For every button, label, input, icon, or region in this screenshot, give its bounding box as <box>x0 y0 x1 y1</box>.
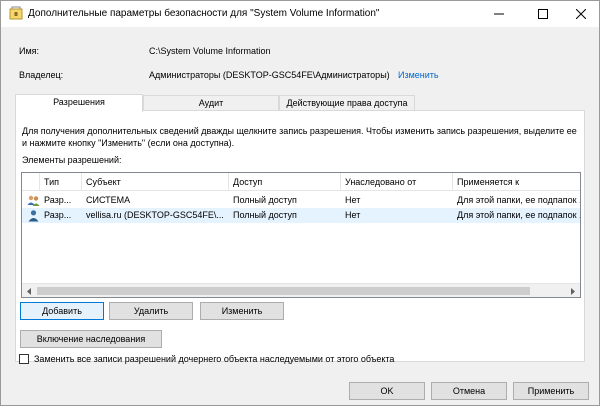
title-bar: Дополнительные параметры безопасности дл… <box>1 1 599 27</box>
ok-button[interactable]: OK <box>349 382 425 400</box>
owner-value: Администраторы (DESKTOP-GSC54FE\Админист… <box>149 70 390 80</box>
table-row[interactable]: Разр... СИСТЕМА Полный доступ Нет Для эт… <box>22 193 580 208</box>
row-applies: Для этой папки, ее подпапок ... <box>457 210 580 220</box>
close-icon <box>576 9 586 19</box>
maximize-button[interactable] <box>523 1 563 27</box>
tab-effective-access[interactable]: Действующие права доступа <box>279 95 415 111</box>
replace-permissions-label: Заменить все записи разрешений дочернего… <box>34 354 395 364</box>
edit-button[interactable]: Изменить <box>200 302 284 320</box>
close-button[interactable] <box>561 1 600 27</box>
column-type[interactable]: Тип <box>40 173 82 191</box>
shield-icon <box>9 6 23 21</box>
row-access: Полный доступ <box>233 195 297 205</box>
row-type: Разр... <box>44 210 72 220</box>
name-label: Имя: <box>19 46 40 56</box>
security-dialog-window: Дополнительные параметры безопасности дл… <box>0 0 600 406</box>
column-icon <box>22 173 40 191</box>
scrollbar-thumb[interactable] <box>37 287 530 295</box>
column-applies[interactable]: Применяется к <box>453 173 580 191</box>
remove-button[interactable]: Удалить <box>109 302 193 320</box>
permissions-description: Для получения дополнительных сведений дв… <box>22 126 577 148</box>
window-title: Дополнительные параметры безопасности дл… <box>28 8 380 19</box>
row-subject: vellisa.ru (DESKTOP-GSC54FE\... <box>86 210 224 220</box>
permissions-panel: Для получения дополнительных сведений дв… <box>15 110 585 362</box>
minimize-icon <box>494 13 504 15</box>
row-applies: Для этой папки, ее подпапок ... <box>457 195 580 205</box>
chevron-left-icon <box>27 287 31 295</box>
chevron-right-icon <box>571 287 575 295</box>
row-inherited: Нет <box>345 210 361 220</box>
scroll-left-button[interactable] <box>22 284 36 297</box>
scroll-right-button[interactable] <box>566 284 580 297</box>
name-value: C:\System Volume Information <box>149 46 271 56</box>
row-type: Разр... <box>44 195 72 205</box>
column-subject[interactable]: Субъект <box>82 173 229 191</box>
column-inherited[interactable]: Унаследовано от <box>341 173 453 191</box>
enable-inheritance-button[interactable]: Включение наследования <box>20 330 162 348</box>
minimize-button[interactable] <box>479 1 519 27</box>
permission-entries-list[interactable]: Тип Субъект Доступ Унаследовано от Приме… <box>21 172 581 298</box>
tab-permissions[interactable]: Разрешения <box>15 94 143 112</box>
maximize-icon <box>538 9 548 19</box>
user-icon <box>27 209 40 222</box>
row-access: Полный доступ <box>233 210 297 220</box>
entries-label: Элементы разрешений: <box>22 155 122 165</box>
cancel-button[interactable]: Отмена <box>431 382 507 400</box>
tab-audit[interactable]: Аудит <box>143 95 279 111</box>
owner-label: Владелец: <box>19 70 64 80</box>
row-subject: СИСТЕМА <box>86 195 131 205</box>
replace-permissions-checkbox[interactable] <box>19 354 29 364</box>
table-row[interactable]: Разр... vellisa.ru (DESKTOP-GSC54FE\... … <box>22 208 580 223</box>
horizontal-scrollbar[interactable] <box>22 283 580 297</box>
list-header: Тип Субъект Доступ Унаследовано от Приме… <box>22 173 580 191</box>
row-inherited: Нет <box>345 195 361 205</box>
user-group-icon <box>27 194 40 207</box>
change-owner-link[interactable]: Изменить <box>398 70 439 80</box>
column-access[interactable]: Доступ <box>229 173 341 191</box>
apply-button[interactable]: Применить <box>513 382 589 400</box>
add-button[interactable]: Добавить <box>20 302 104 320</box>
